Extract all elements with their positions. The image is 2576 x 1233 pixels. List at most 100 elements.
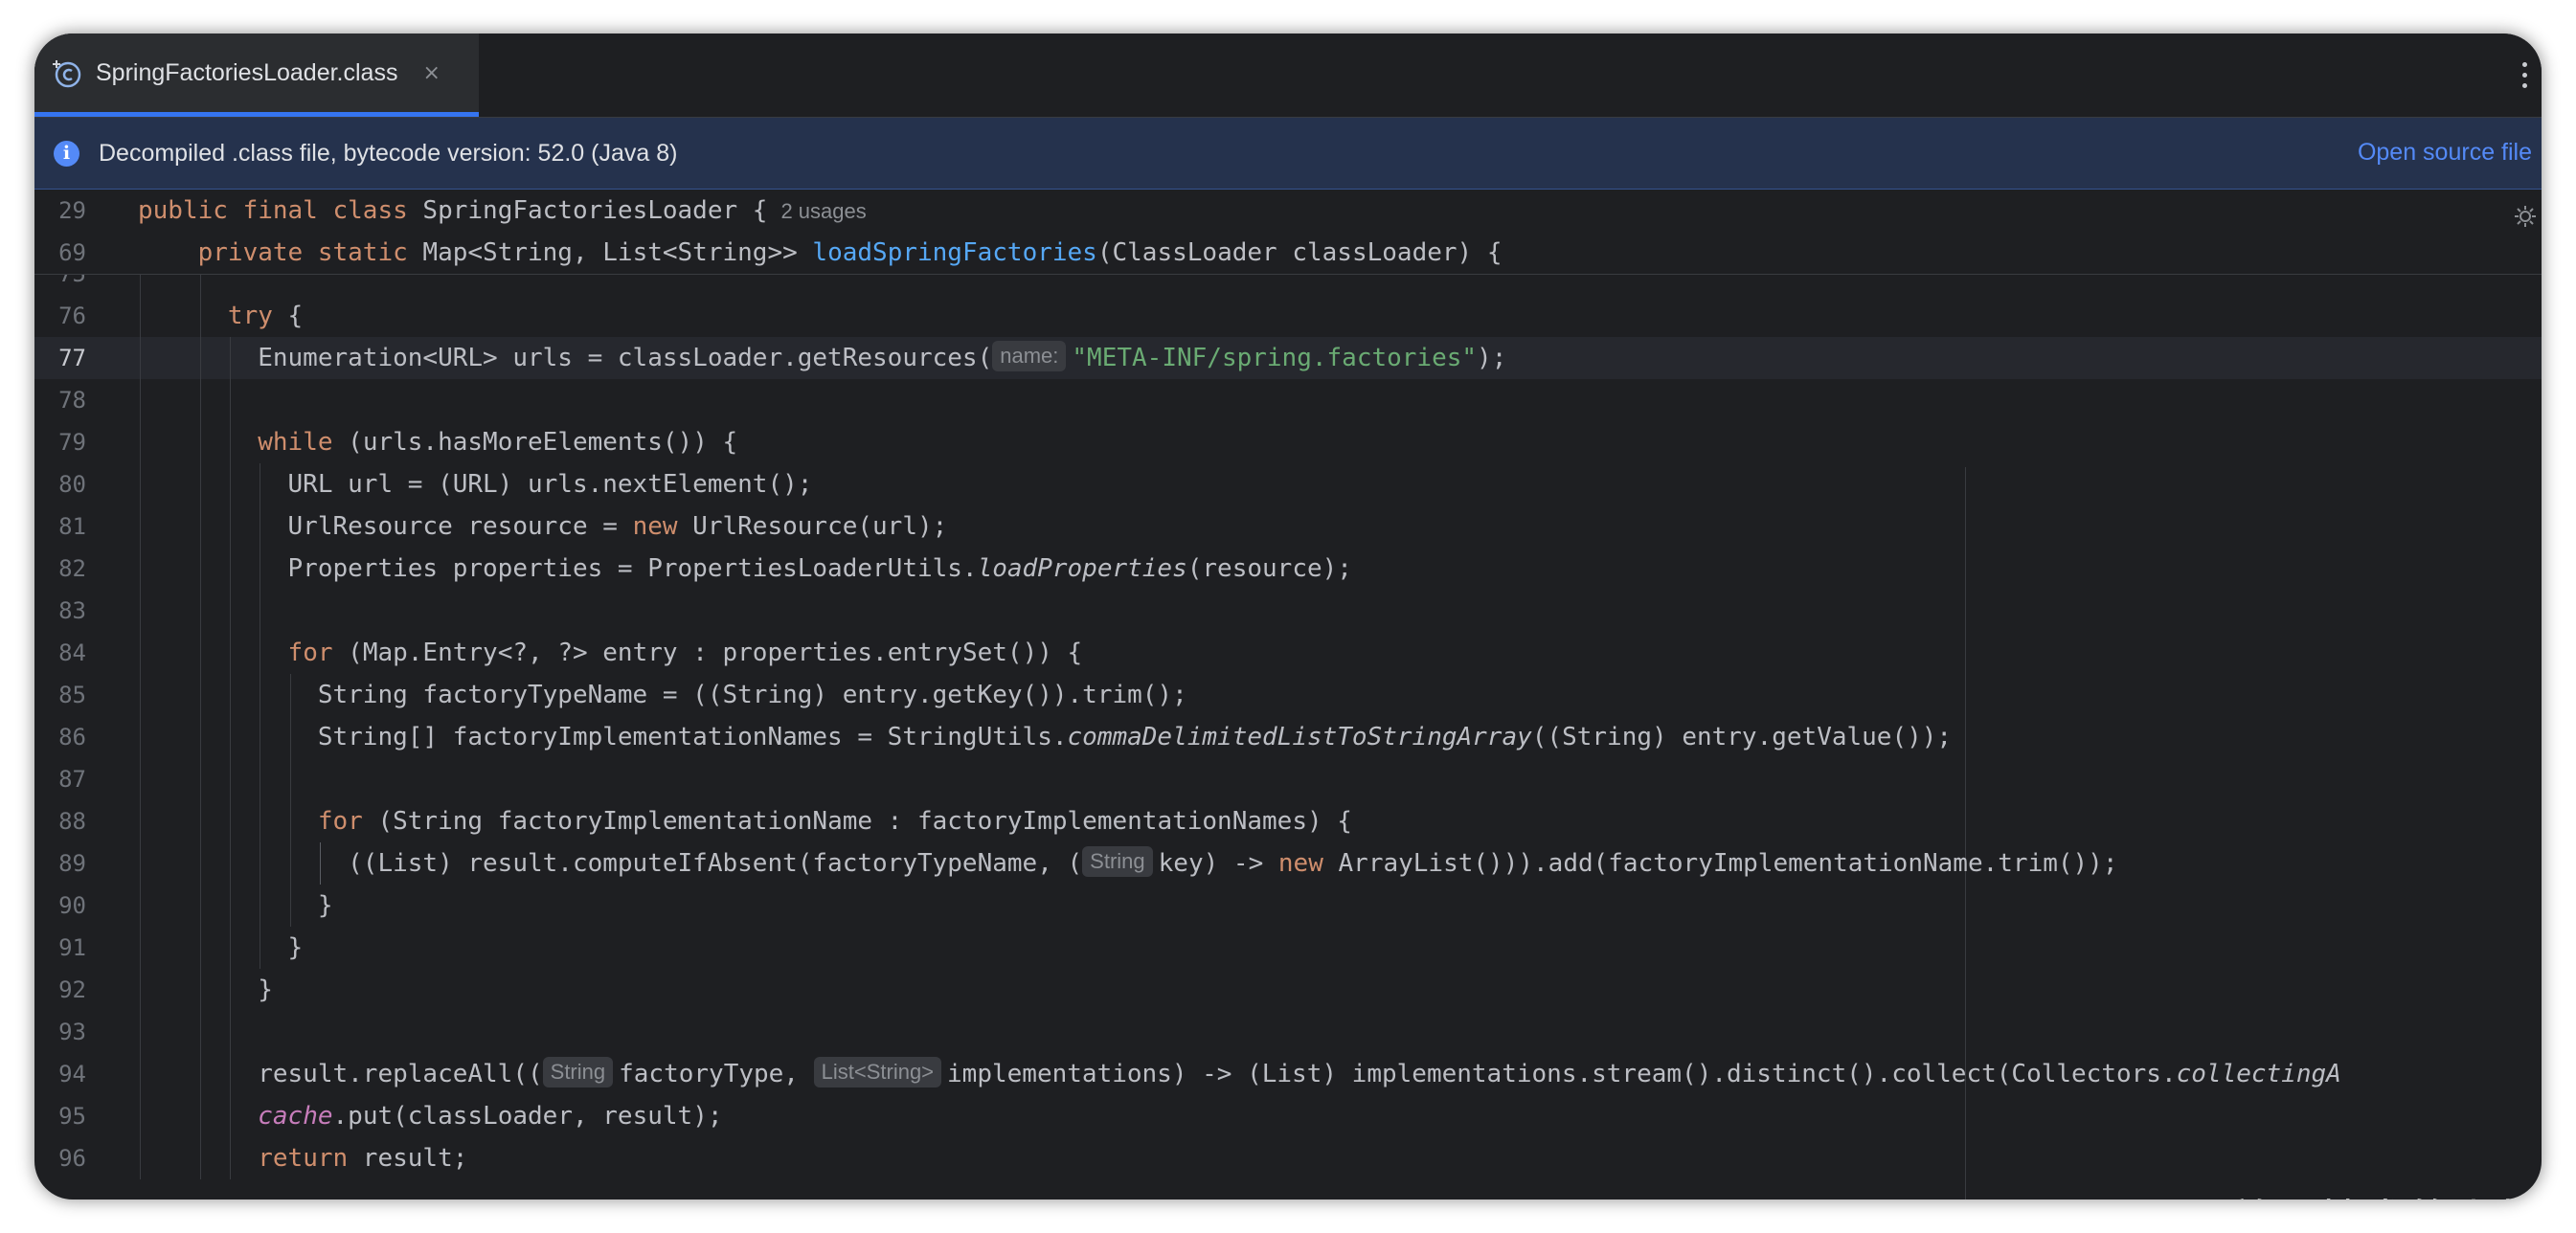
indent-guide [289,674,291,927]
code-line[interactable]: 90 } [34,885,2542,927]
code-text: } [138,885,333,927]
class-file-icon [52,56,84,89]
code-line[interactable]: 69 private static Map<String, List<Strin… [34,232,2542,275]
code-token: commaDelimitedListToStringArray [1067,723,1532,751]
code-token: while [258,428,333,457]
code-token: "META-INF/spring.factories" [1072,344,1478,372]
line-number: 96 [58,1145,86,1172]
code-token: for [317,807,363,836]
line-number: 83 [58,597,86,624]
code-token: Map<String, List<String>> [422,238,813,267]
line-number: 87 [58,766,86,793]
code-token: ArrayList())).add(factoryImplementationN… [1322,849,2118,878]
code-token: String factoryTypeName = ((String) entry… [138,681,1187,709]
code-token: try [227,302,273,330]
code-line[interactable]: 77 Enumeration<URL> urls = classLoader.g… [34,337,2542,379]
code-line[interactable]: 86 String[] factoryImplementationNames =… [34,716,2542,758]
code-editor[interactable]: 29 public final class SpringFactoriesLoad… [34,190,2542,1199]
code-token: } [138,891,333,920]
code-text: for (String factoryImplementationName : … [138,800,1352,842]
code-line[interactable]: 95 cache.put(classLoader, result); [34,1095,2542,1137]
code-line[interactable]: 79 while (urls.hasMoreElements()) { [34,421,2542,463]
code-token: loadProperties [977,554,1187,583]
code-token: (urls.hasMoreElements()) { [332,428,738,457]
code-line[interactable]: 88 for (String factoryImplementationName… [34,800,2542,842]
open-source-file-link[interactable]: Open source file [2358,139,2532,167]
line-number: 78 [58,387,86,414]
code-line[interactable]: 76 try { [34,295,2542,337]
line-number: 95 [58,1103,86,1130]
code-line[interactable]: 82 Properties properties = PropertiesLoa… [34,548,2542,590]
code-token: { [272,302,304,330]
tab-springfactoriesloader[interactable]: SpringFactoriesLoader.class × [34,34,479,117]
code-line[interactable]: 96 return result; [34,1137,2542,1179]
line-number: 91 [58,934,86,961]
code-token: } [138,933,304,962]
code-text: while (urls.hasMoreElements()) { [138,421,737,463]
code-text: public final class SpringFactoriesLoader… [138,190,867,233]
code-line[interactable]: 94 result.replaceAll((String factoryType,… [34,1053,2542,1095]
code-token: } [138,975,273,1004]
line-number: 79 [58,429,86,456]
code-line[interactable]: 91 } [34,927,2542,969]
line-number: 86 [58,724,86,751]
code-token: result.replaceAll(( [138,1060,543,1088]
code-line[interactable]: 80 URL url = (URL) urls.nextElement(); [34,463,2542,505]
decompiled-banner: i Decompiled .class file, bytecode versi… [34,118,2542,190]
code-token: .put(classLoader, result); [332,1102,723,1131]
code-text: private static Map<String, List<String>>… [138,232,1503,274]
inlay-hint: name: [992,341,1067,371]
code-line[interactable]: 87 [34,758,2542,800]
line-number: 77 [58,345,86,371]
code-token: private static [138,238,423,267]
code-token: (Map.Entry<?, ?> entry : properties.entr… [332,639,1083,667]
line-number: 82 [58,555,86,582]
code-token: (ClassLoader classLoader) { [1096,238,1503,267]
code-line[interactable]: 84 for (Map.Entry<?, ?> entry : properti… [34,632,2542,674]
code-line[interactable]: 93 [34,1011,2542,1053]
code-text: String factoryTypeName = ((String) entry… [138,674,1187,716]
code-text: cache.put(classLoader, result); [138,1095,723,1137]
code-text: result.replaceAll((String factoryType, Li… [138,1053,2341,1095]
code-text: ((List) result.computeIfAbsent(factoryTy… [138,842,2118,885]
code-token: key) -> [1158,849,1278,878]
banner-message: Decompiled .class file, bytecode version… [99,139,678,167]
line-number: 92 [58,976,86,1003]
line-number: 84 [58,639,86,666]
indent-guide [229,337,231,1179]
line-number: 29 [58,197,86,224]
code-text: String[] factoryImplementationNames = St… [138,716,1952,758]
code-token: ((List) result.computeIfAbsent(factoryTy… [138,849,1083,878]
code-token: URL url = (URL) urls.nextElement(); [138,470,813,499]
tab-bar: SpringFactoriesLoader.class × [34,34,2542,118]
tab-title: SpringFactoriesLoader.class [96,58,398,86]
code-line[interactable]: 92 } [34,969,2542,1011]
code-token: (resource); [1186,554,1352,583]
line-number: 88 [58,808,86,835]
code-token: (String factoryImplementationName : fact… [362,807,1352,836]
code-line[interactable]: 29 public final class SpringFactoriesLoad… [34,190,2542,233]
code-text: } [138,969,273,1011]
code-token: UrlResource resource = [138,512,633,541]
code-text: URL url = (URL) urls.nextElement(); [138,463,813,505]
code-token: Enumeration<URL> urls = classLoader.getR… [138,344,993,372]
code-token: UrlResource(url); [677,512,948,541]
line-number: 80 [58,471,86,498]
code-line[interactable]: 83 [34,590,2542,632]
gear-icon[interactable] [2513,204,2538,229]
line-number: 81 [58,513,86,540]
close-icon[interactable]: × [422,61,440,85]
more-options-icon[interactable] [2522,62,2528,94]
watermark: CSDN @不愿放下技术的小赵 [1959,1186,2540,1199]
code-line[interactable]: 78 [34,379,2542,421]
code-token: Properties properties = PropertiesLoader… [138,554,978,583]
code-line[interactable]: 81 UrlResource resource = new UrlResourc… [34,505,2542,548]
usages-hint[interactable]: 2 usages [780,199,866,223]
line-number: 76 [58,303,86,329]
code-line[interactable]: 89 ((List) result.computeIfAbsent(factor… [34,842,2542,885]
code-line[interactable]: 85 String factoryTypeName = ((String) en… [34,674,2542,716]
